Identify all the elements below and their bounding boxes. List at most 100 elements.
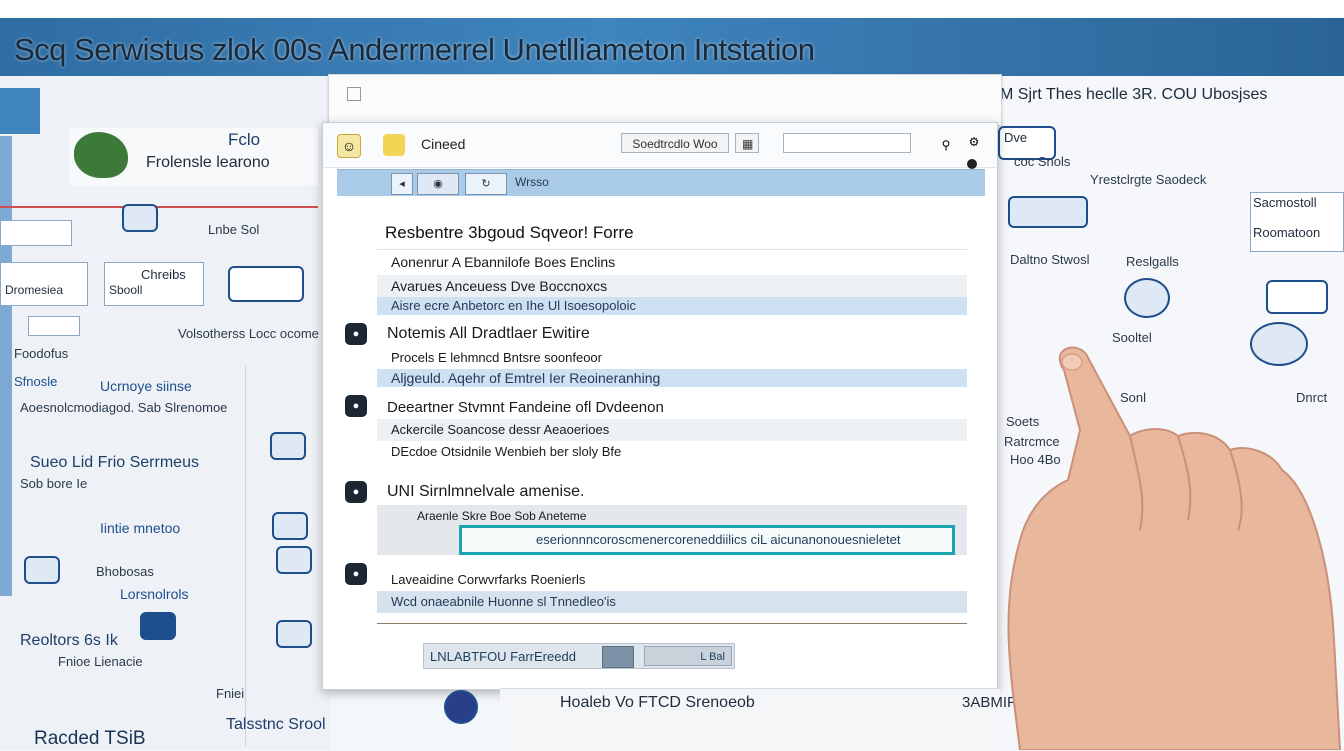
diagram-node-icon [1124, 278, 1170, 318]
diagram-node: Sacmostoll Roomatoon [1250, 192, 1344, 252]
node-label: Volsotherss Locc ocome [178, 326, 319, 341]
node-label: Dromesiea [5, 283, 64, 297]
diagram-node [28, 316, 80, 336]
list-row[interactable]: Aonenrur A Ebannilofe Boes Enclins [377, 251, 967, 273]
status-button[interactable] [602, 646, 634, 668]
node-label: Chreibs [141, 267, 186, 282]
banner-title: Scq Serwistus zlok 00s Anderrnerrel Unet… [14, 32, 815, 67]
refresh-button[interactable]: ↻ [465, 173, 507, 195]
text-input-field[interactable]: eserionnncoroscmenercoreneddiilics ciL a… [459, 525, 955, 555]
diagram-node: Dromesiea [0, 262, 88, 306]
list-row[interactable]: Wcd onaeabnile Huonne sl Tnnedleo'is [377, 591, 967, 613]
node-label: Bhobosas [96, 564, 154, 579]
diagram-node-icon [140, 612, 176, 640]
group-icon: ● [345, 395, 367, 417]
toolbar-icon-button[interactable]: ▦ [735, 133, 759, 153]
filter-icon[interactable]: ⚲ [935, 134, 957, 156]
node-label: Racded TSiB [34, 728, 146, 749]
diagram-node: Chreibs Sbooll [104, 262, 204, 306]
diagram-node-icon [276, 620, 312, 648]
status-bar: LNLABTFOU FarrEreedd L Bal [423, 643, 735, 669]
section-title: Resbentre 3bgoud Sqveor! Forre [385, 223, 634, 242]
list-row[interactable]: DEcdoe Otsidnile Wenbieh ber sloly Bfe [377, 441, 967, 463]
settings-icon[interactable]: ⚙ [963, 131, 985, 153]
right-panel-title: M Sjrt Thes heclle 3R. COU Ubosjses [1000, 86, 1268, 103]
toolbar-search-field[interactable] [783, 133, 911, 153]
node-label: Daltno Stwosl [1010, 252, 1090, 267]
node-label: Fnioe Lienacie [58, 654, 143, 669]
node-label: Foodofus [14, 346, 69, 361]
divider [377, 623, 967, 624]
group-icon: ● [345, 323, 367, 345]
window-icon [347, 87, 361, 101]
node-label: Sob bore Ie [20, 476, 88, 491]
node-label: Aoesnolcmodiagod. Sab Slrenomoe [20, 400, 228, 415]
app-window: ☺ Cineed Soedtrcdlo Woo ▦ ⚲ ⚙ ◂ ◉ ↻ Wrss… [322, 122, 998, 690]
connector-line [0, 206, 318, 208]
list-row[interactable]: Avarues Anceuess Dve Boccnoxcs [377, 275, 967, 297]
yellow-folder-icon[interactable] [383, 134, 405, 156]
group-header[interactable]: UNI Sirnlmnelvale amenise. [377, 481, 967, 503]
list-row[interactable]: Aljgeuld. Aqehr of Emtrel Ier Reoineranh… [377, 369, 967, 387]
node-label: Dve [1004, 130, 1028, 145]
group-header[interactable]: Notemis All Dradtlaer Ewitire [377, 323, 967, 345]
background-window[interactable] [328, 74, 1002, 126]
plant-icon [74, 132, 128, 178]
node-label: Fclo [228, 130, 261, 149]
node-label: Roomatoon [1253, 225, 1321, 240]
node-label: Ucrnoye siinse [100, 378, 192, 394]
node-label: Reoltors 6s Ik [20, 632, 118, 649]
left-background-panel: Frolensle learono Fclo Lnbe Sol Dromesie… [0, 76, 330, 750]
diagram-node-icon [270, 432, 306, 460]
toolbar: ☺ Cineed Soedtrcdlo Woo ▦ ⚲ ⚙ [323, 123, 997, 168]
toolbar-label: Cineed [421, 136, 466, 152]
diagram-node [0, 220, 72, 246]
pointing-hand-icon [1007, 346, 1342, 750]
diagram-node-highlight [1266, 280, 1328, 314]
side-strip [0, 88, 40, 134]
address-text: Wrsso [515, 175, 549, 189]
group-header[interactable]: Deeartner Stvmnt Fandeine ofl Dvdeenon [377, 397, 967, 419]
status-action-button[interactable]: L Bal [644, 646, 732, 666]
node-label: coc Snols [1014, 154, 1071, 169]
app-logo-icon[interactable]: ☺ [337, 134, 361, 158]
top-strip [0, 0, 1344, 18]
node-label: Yrestclrgte Saodeck [1090, 172, 1207, 187]
node-label: Frolensle learono [146, 154, 270, 171]
diagram-node-title: Frolensle learono Fclo [70, 128, 318, 186]
divider [377, 249, 967, 250]
connector-line [245, 366, 246, 746]
camera-button[interactable]: ◉ [417, 173, 459, 195]
list-row[interactable]: Araenle Skre Boe Sob Aneteme [403, 505, 803, 527]
list-row[interactable]: Procels E lehmncd Bntsre soonfeoor [377, 347, 967, 369]
diagram-node-icon [276, 546, 312, 574]
list-row[interactable]: Aisre ecre Anbetorc en Ihe Ul Isoesopolo… [377, 297, 967, 315]
group-header[interactable]: Laveaidine Corwvrfarks Roenierls [377, 569, 967, 591]
group-icon: ● [345, 481, 367, 503]
globe-icon [444, 690, 478, 724]
status-dot-icon [967, 159, 977, 169]
node-label: Reslgalls [1126, 254, 1179, 269]
bottom-label: Hoaleb Vo FTCD Srenoeob [560, 694, 755, 711]
main-toolbar-button[interactable]: Soedtrcdlo Woo [621, 133, 729, 153]
node-label: Iintie mnetoo [100, 520, 181, 536]
node-label: Sbooll [109, 283, 143, 297]
node-label: Fniei [216, 686, 245, 701]
node-label: Lorsnolrols [120, 586, 189, 602]
diagram-node-icon [272, 512, 308, 540]
node-label: Sacmostoll [1253, 195, 1317, 210]
group-icon: ● [345, 563, 367, 585]
diagram-node-icon [24, 556, 60, 584]
status-label: LNLABTFOU FarrEreedd [430, 649, 576, 664]
address-bar[interactable]: ◂ ◉ ↻ Wrsso [337, 169, 985, 196]
diagram-node-icon [1008, 196, 1088, 228]
list-row[interactable]: Ackercile Soancose dessr Aeaoerioes [377, 419, 967, 441]
back-button[interactable]: ◂ [391, 173, 413, 195]
title-banner: Scq Serwistus zlok 00s Anderrnerrel Unet… [0, 18, 1344, 76]
node-label: Sfnosle [14, 374, 58, 389]
node-label: Talsstnc Srool [226, 716, 326, 733]
side-strip-lower [0, 136, 12, 596]
diagram-node-icon [122, 204, 158, 232]
diagram-node-highlight [228, 266, 304, 302]
node-label: Lnbe Sol [208, 222, 260, 237]
